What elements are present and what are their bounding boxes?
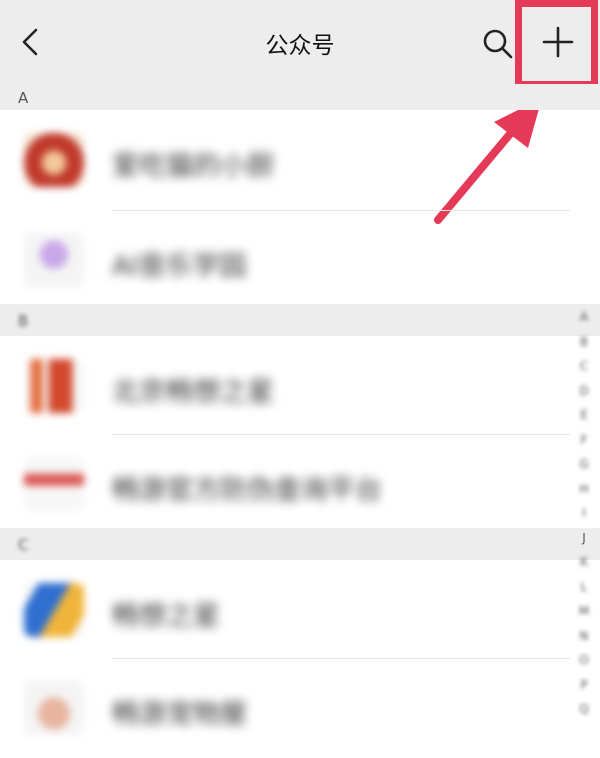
list-item[interactable]: 畅游宠物屋 bbox=[0, 658, 570, 758]
index-letter[interactable]: P bbox=[572, 673, 596, 698]
account-name: 畅游宠物屋 bbox=[112, 699, 247, 730]
list-item[interactable]: 爱吃猫的小厨 bbox=[0, 110, 570, 210]
account-avatar bbox=[24, 359, 84, 413]
account-avatar bbox=[24, 233, 84, 287]
section-letter: C bbox=[18, 536, 29, 554]
index-letter[interactable]: G bbox=[572, 452, 596, 477]
index-letter[interactable]: M bbox=[572, 599, 596, 624]
account-avatar bbox=[24, 457, 84, 511]
index-letter[interactable]: Q bbox=[572, 697, 596, 722]
index-letter[interactable]: I bbox=[572, 501, 596, 526]
index-letter[interactable]: H bbox=[572, 477, 596, 502]
search-icon bbox=[483, 29, 513, 59]
index-letter[interactable]: A bbox=[572, 305, 596, 330]
list-item[interactable]: 北京畅想之星 bbox=[0, 336, 570, 436]
search-button[interactable] bbox=[480, 26, 516, 62]
index-letter[interactable]: O bbox=[572, 648, 596, 673]
alphabet-index[interactable]: ABCDEFGHIJKLMNOPQ bbox=[572, 305, 596, 716]
index-letter[interactable]: L bbox=[572, 575, 596, 600]
list-item[interactable]: 畅游官方防伪查询平台 bbox=[0, 434, 570, 534]
index-letter[interactable]: C bbox=[572, 354, 596, 379]
nav-header: 公众号 bbox=[0, 0, 600, 84]
account-name: AI音乐学园 bbox=[112, 251, 247, 282]
list-item[interactable]: AI音乐学园 bbox=[0, 210, 570, 310]
account-avatar bbox=[24, 133, 84, 187]
index-letter[interactable]: D bbox=[572, 379, 596, 404]
index-letter[interactable]: N bbox=[572, 624, 596, 649]
account-name: 爱吃猫的小厨 bbox=[112, 151, 274, 182]
account-avatar bbox=[24, 583, 84, 637]
account-name: 畅游官方防伪查询平台 bbox=[112, 475, 382, 506]
account-name: 畅想之星 bbox=[112, 601, 220, 632]
index-letter[interactable]: J bbox=[572, 526, 596, 551]
section-letter: B bbox=[18, 312, 29, 330]
index-letter[interactable]: B bbox=[572, 330, 596, 355]
index-letter[interactable]: E bbox=[572, 403, 596, 428]
account-name: 北京畅想之星 bbox=[112, 377, 274, 408]
section-header-b: B bbox=[0, 304, 600, 336]
section-header-c: C bbox=[0, 528, 600, 560]
index-letter[interactable]: K bbox=[572, 550, 596, 575]
account-avatar bbox=[24, 681, 84, 735]
highlight-box bbox=[515, 0, 598, 88]
section-letter: A bbox=[18, 89, 29, 107]
section-header-a: A bbox=[0, 84, 600, 110]
index-letter[interactable]: F bbox=[572, 428, 596, 453]
list-item[interactable]: 畅想之星 bbox=[0, 560, 570, 660]
